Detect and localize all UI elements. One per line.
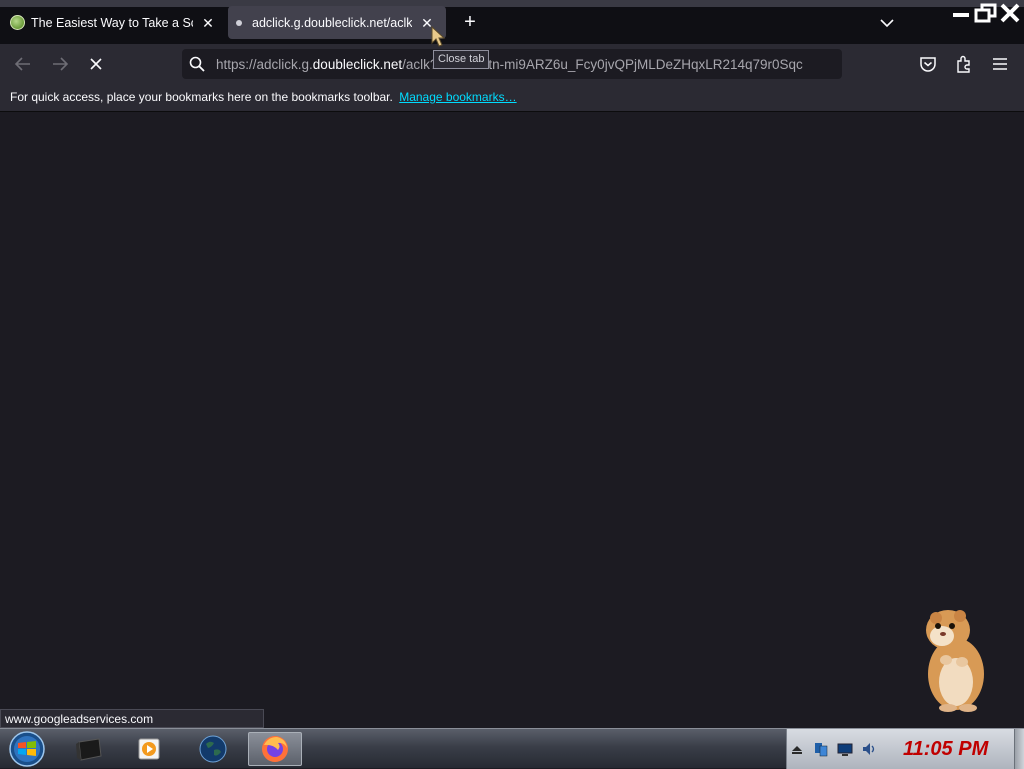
back-arrow-icon[interactable] xyxy=(10,52,36,76)
url-text[interactable]: https://adclick.g.doubleclick.net/aclk?s… xyxy=(216,57,836,72)
close-tab-tooltip: Close tab xyxy=(433,50,490,69)
media-player-icon xyxy=(138,738,160,760)
system-tray: 11:05 PM xyxy=(786,729,1024,769)
bookmarks-toolbar: For quick access, place your bookmarks h… xyxy=(0,84,1024,112)
close-window-icon[interactable] xyxy=(998,2,1022,24)
taskbar-app-media-player[interactable] xyxy=(122,732,176,766)
taskbar-app-firefox[interactable] xyxy=(248,732,302,766)
page-content xyxy=(0,113,1024,728)
network-icon[interactable] xyxy=(813,741,829,757)
start-orb-icon[interactable] xyxy=(6,731,48,767)
url-host: doubleclick.net xyxy=(312,56,403,72)
extensions-icon[interactable] xyxy=(951,52,977,76)
close-icon[interactable]: ✕ xyxy=(199,14,217,32)
forward-arrow-icon[interactable] xyxy=(47,52,73,76)
taskbar-app-globe[interactable] xyxy=(186,732,240,766)
tab-easiest-way[interactable]: The Easiest Way to Take a Sc ✕ xyxy=(4,6,222,39)
status-bar-url: www.googleadservices.com xyxy=(0,709,264,728)
hamster-mascot-icon xyxy=(926,610,984,712)
bookmarks-hint: For quick access, place your bookmarks h… xyxy=(10,90,393,104)
loading-dot-icon xyxy=(236,19,242,26)
minimize-icon[interactable] xyxy=(950,2,974,24)
firefox-icon xyxy=(262,736,288,762)
chevron-down-icon[interactable] xyxy=(876,12,898,34)
volume-icon[interactable] xyxy=(861,741,877,757)
terminal-icon xyxy=(76,738,102,761)
pocket-icon[interactable] xyxy=(915,52,941,76)
site-favicon-icon xyxy=(10,15,25,30)
url-prefix: https://adclick.g. xyxy=(216,56,313,72)
tab-title: adclick.g.doubleclick.net/aclk xyxy=(252,15,412,30)
show-desktop-button[interactable] xyxy=(1014,729,1024,769)
taskbar-clock[interactable]: 11:05 PM xyxy=(903,738,988,761)
show-hidden-icons-icon[interactable] xyxy=(789,741,805,757)
menu-icon[interactable] xyxy=(987,52,1013,76)
taskbar-app-terminal[interactable] xyxy=(62,732,116,766)
manage-bookmarks-link[interactable]: Manage bookmarks… xyxy=(399,90,516,104)
stop-loading-icon[interactable] xyxy=(83,52,109,76)
new-tab-button[interactable]: + xyxy=(458,11,482,35)
url-bar[interactable]: https://adclick.g.doubleclick.net/aclk?s… xyxy=(182,49,842,79)
mouse-cursor-icon xyxy=(431,26,446,47)
tab-title: The Easiest Way to Take a Sc xyxy=(31,15,193,30)
tab-strip: The Easiest Way to Take a Sc ✕ adclick.g… xyxy=(0,0,1024,44)
display-icon[interactable] xyxy=(837,741,853,757)
restore-icon[interactable] xyxy=(974,2,998,24)
tab-adclick[interactable]: adclick.g.doubleclick.net/aclk ✕ xyxy=(228,6,446,39)
taskbar: 11:05 PM xyxy=(0,728,1024,769)
globe-icon xyxy=(199,735,227,763)
search-icon xyxy=(189,56,205,72)
